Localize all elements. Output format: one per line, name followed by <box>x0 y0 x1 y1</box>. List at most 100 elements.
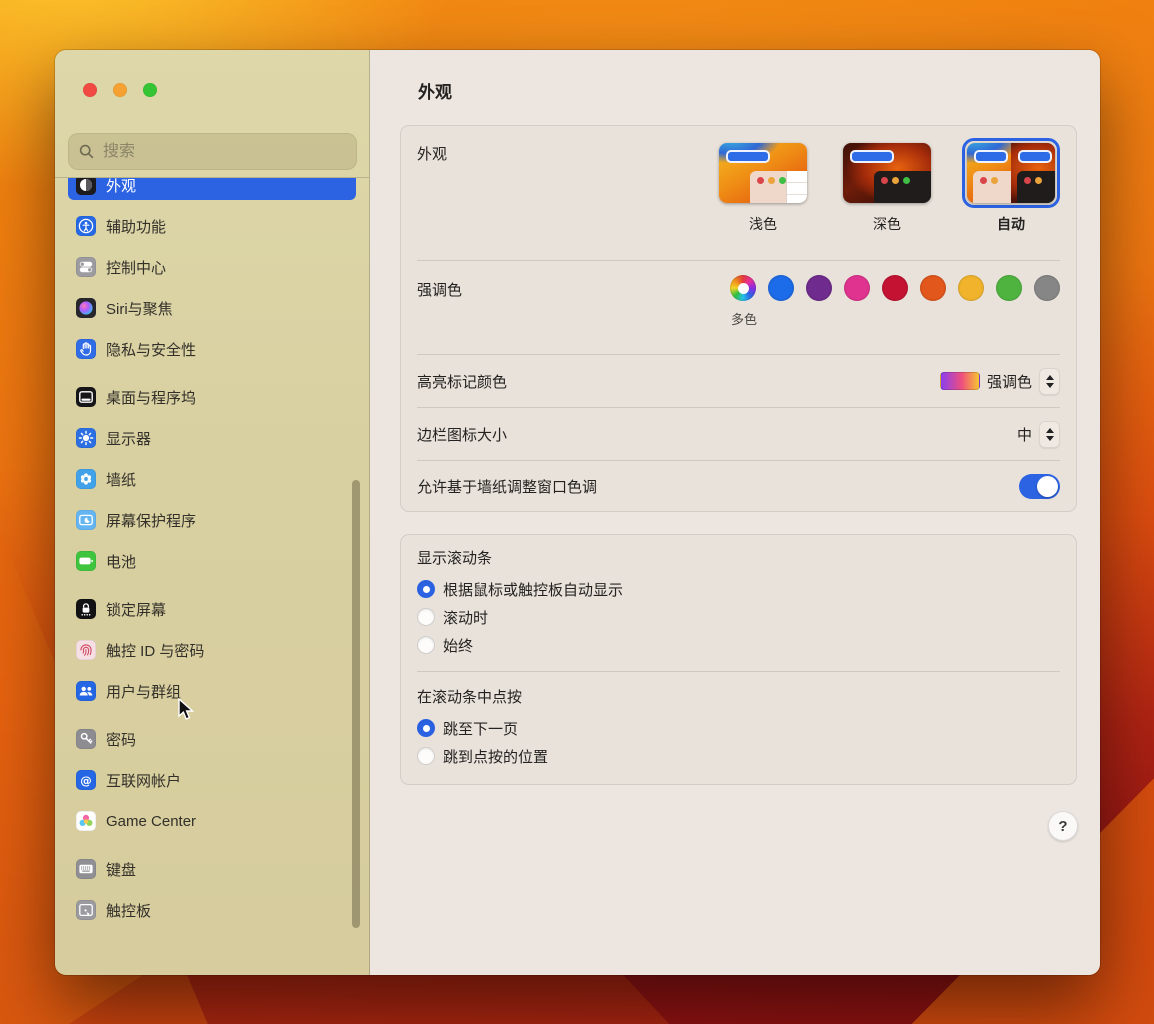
appearance-thumbnail-dark <box>843 143 931 203</box>
auto-half-dark <box>1011 143 1055 203</box>
chevron-up-icon <box>1046 428 1054 433</box>
close-button[interactable] <box>83 83 97 97</box>
sidebar-group: 锁定屏幕触控 ID 与密码用户与群组 <box>68 594 356 706</box>
accent-color-swatch-7[interactable] <box>996 275 1022 301</box>
accent-color-swatch-4[interactable] <box>882 275 908 301</box>
highlight-color-popup-button[interactable] <box>1039 368 1060 395</box>
radio-button <box>417 608 435 626</box>
system-settings-window: 外观辅助功能控制中心 Siri与聚焦隐私与安全性桌面与程序坞显示器墙纸屏幕保护程序… <box>55 50 1100 975</box>
highlight-color-row: 高亮标记颜色 强调色 <box>401 355 1076 407</box>
radio-button <box>417 719 435 737</box>
divider <box>417 671 1060 672</box>
internet-accounts-icon: @ <box>76 770 96 790</box>
sidebar-item-keyboard[interactable]: 键盘 <box>68 854 356 884</box>
sidebar-group: 外观辅助功能控制中心 Siri与聚焦隐私与安全性 <box>68 178 356 364</box>
thumb-window <box>973 171 1011 203</box>
accent-color-multicolor[interactable] <box>730 275 756 301</box>
sidebar-item-label: 屏幕保护程序 <box>106 510 196 531</box>
click-scrollbar-option-0[interactable]: 跳至下一页 <box>417 714 1060 742</box>
sidebar-item-label: 显示器 <box>106 428 151 449</box>
sidebar-item-trackpad[interactable]: 触控板 <box>68 895 356 925</box>
thumb-menu-pill <box>974 150 1008 163</box>
sidebar-item-siri[interactable]: Siri与聚焦 <box>68 293 356 323</box>
sidebar-group: 键盘触控板 <box>68 854 356 925</box>
sidebar-item-label: 外观 <box>106 178 136 196</box>
accent-color-swatch-8[interactable] <box>1034 275 1060 301</box>
accent-selected-name: 多色 <box>728 309 760 328</box>
sidebar-item-game-center[interactable]: Game Center <box>68 806 356 836</box>
sidebar-item-passwords[interactable]: 密码 <box>68 724 356 754</box>
appearance-option-dark[interactable]: 深色 <box>838 138 936 234</box>
sidebar-item-users[interactable]: 用户与群组 <box>68 676 356 706</box>
wallpaper-tint-toggle[interactable] <box>1019 474 1060 499</box>
lock-screen-icon <box>76 599 96 619</box>
sidebar-item-privacy[interactable]: 隐私与安全性 <box>68 334 356 364</box>
appearance-icon <box>76 178 96 195</box>
appearance-option-auto[interactable]: 自动 <box>962 138 1060 234</box>
appearance-row: 外观 浅色深色 自动 <box>401 126 1076 260</box>
accent-color-swatch-3[interactable] <box>844 275 870 301</box>
users-icon <box>76 681 96 701</box>
sidebar-item-appearance[interactable]: 外观 <box>68 178 356 200</box>
sidebar-item-display[interactable]: 显示器 <box>68 423 356 453</box>
thumb-menu-pill <box>850 150 894 163</box>
thumb-window <box>1017 171 1055 203</box>
wallpaper-tint-row: 允许基于墙纸调整窗口色调 <box>401 461 1076 511</box>
sidebar-item-accessibility[interactable]: 辅助功能 <box>68 211 356 241</box>
sidebar-item-internet-accounts[interactable]: @互联网帐户 <box>68 765 356 795</box>
appearance-label: 外观 <box>417 126 447 164</box>
svg-text:@: @ <box>80 773 92 787</box>
sidebar-item-control-center[interactable]: 控制中心 <box>68 252 356 282</box>
click-scrollbar-option-1[interactable]: 跳到点按的位置 <box>417 742 1060 770</box>
sidebar-scrollbar-thumb[interactable] <box>352 480 360 928</box>
accent-color-swatch-5[interactable] <box>920 275 946 301</box>
sidebar-item-label: Siri与聚焦 <box>106 298 173 319</box>
sidebar-item-label: 电池 <box>106 551 136 572</box>
traffic-lights <box>83 83 157 97</box>
appearance-settings-card: 外观 浅色深色 自动 强调色 多色 高亮标记颜色 强调色 <box>400 125 1077 512</box>
help-button[interactable]: ? <box>1048 811 1078 841</box>
radio-label: 始终 <box>443 635 473 656</box>
highlight-color-value: 强调色 <box>987 371 1032 392</box>
show-scrollbars-option-2[interactable]: 始终 <box>417 631 1060 659</box>
click-scrollbar-options: 跳至下一页跳到点按的位置 <box>417 714 1060 770</box>
accent-color-swatch-1[interactable] <box>768 275 794 301</box>
sidebar-item-battery[interactable]: 电池 <box>68 546 356 576</box>
accent-color-swatch-6[interactable] <box>958 275 984 301</box>
wallpaper-icon <box>76 469 96 489</box>
radio-label: 跳至下一页 <box>443 718 518 739</box>
show-scrollbars-option-1[interactable]: 滚动时 <box>417 603 1060 631</box>
search-field[interactable] <box>68 133 357 170</box>
thumb-menu-pill <box>726 150 770 163</box>
search-input[interactable] <box>101 142 346 162</box>
appearance-option-label: 自动 <box>997 214 1025 234</box>
radio-label: 滚动时 <box>443 607 488 628</box>
sidebar-item-label: 触控板 <box>106 900 151 921</box>
appearance-option-label: 深色 <box>873 214 901 234</box>
sidebar-item-desktop-dock[interactable]: 桌面与程序坞 <box>68 382 356 412</box>
radio-button <box>417 747 435 765</box>
click-scrollbar-title: 在滚动条中点按 <box>417 686 1060 707</box>
thumb-window <box>874 171 931 203</box>
appearance-thumbnail-auto <box>967 143 1055 203</box>
show-scrollbars-option-0[interactable]: 根据鼠标或触控板自动显示 <box>417 575 1060 603</box>
appearance-options: 浅色深色 自动 <box>714 126 1060 234</box>
sidebar-icon-size-popup-button[interactable] <box>1039 421 1060 448</box>
sidebar-item-label: 桌面与程序坞 <box>106 387 196 408</box>
accent-color-swatch-2[interactable] <box>806 275 832 301</box>
sidebar-item-touch-id[interactable]: 触控 ID 与密码 <box>68 635 356 665</box>
sidebar-item-wallpaper[interactable]: 墙纸 <box>68 464 356 494</box>
sidebar-item-screensaver[interactable]: 屏幕保护程序 <box>68 505 356 535</box>
sidebar-group: 密码 @互联网帐户 Game Center <box>68 724 356 836</box>
control-center-icon <box>76 257 96 277</box>
appearance-option-light[interactable]: 浅色 <box>714 138 812 234</box>
screensaver-icon <box>76 510 96 530</box>
search-icon <box>79 144 94 159</box>
accent-color-options <box>730 275 1060 301</box>
accent-color-picker: 多色 <box>730 261 1060 301</box>
game-center-icon <box>76 811 96 831</box>
thumb-menu-pill <box>1018 150 1052 163</box>
sidebar-item-lock-screen[interactable]: 锁定屏幕 <box>68 594 356 624</box>
minimize-button[interactable] <box>113 83 127 97</box>
zoom-button[interactable] <box>143 83 157 97</box>
